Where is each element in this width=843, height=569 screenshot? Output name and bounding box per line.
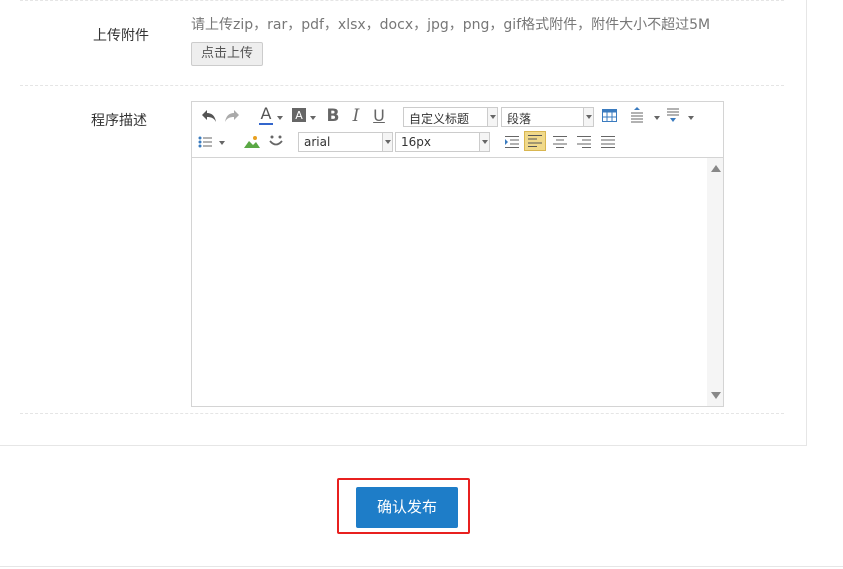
underline-button[interactable]: U xyxy=(371,106,387,125)
background-color-icon[interactable]: A xyxy=(292,108,306,122)
scroll-up-icon[interactable] xyxy=(711,165,721,172)
divider xyxy=(20,0,784,1)
font-size-select[interactable]: 16px xyxy=(395,132,490,152)
editor-scrollbar[interactable] xyxy=(707,158,723,406)
divider xyxy=(20,413,784,414)
indent-icon[interactable] xyxy=(504,134,520,150)
line-height-icon[interactable] xyxy=(630,107,644,123)
form-panel: 上传附件 请上传zip，rar，pdf，xlsx，docx，jpg，png，gi… xyxy=(0,0,807,446)
undo-icon[interactable] xyxy=(200,107,218,125)
chevron-down-icon[interactable] xyxy=(310,116,316,120)
font-family-select-value: arial xyxy=(304,135,331,149)
scroll-down-icon[interactable] xyxy=(711,392,721,399)
chevron-down-icon xyxy=(382,133,392,151)
chevron-down-icon[interactable] xyxy=(219,141,225,145)
font-color-icon[interactable]: A xyxy=(258,105,274,125)
chevron-down-icon[interactable] xyxy=(277,116,283,120)
paragraph-spacing-icon[interactable] xyxy=(666,107,680,123)
align-justify-button[interactable] xyxy=(600,134,616,150)
chevron-down-icon[interactable] xyxy=(654,116,660,120)
italic-button[interactable]: I xyxy=(349,106,363,126)
heading-select-value: 自定义标题 xyxy=(409,112,470,126)
font-family-select[interactable]: arial xyxy=(298,132,393,152)
description-label: 程序描述 xyxy=(91,113,147,129)
divider xyxy=(0,566,843,567)
bold-button[interactable]: B xyxy=(325,106,341,126)
chevron-down-icon xyxy=(479,133,489,151)
chevron-down-icon[interactable] xyxy=(688,116,694,120)
divider xyxy=(20,85,784,86)
image-icon[interactable] xyxy=(244,134,260,148)
align-left-button[interactable] xyxy=(524,131,546,151)
align-right-button[interactable] xyxy=(576,134,592,150)
rich-text-editor: A A B I U 自定义标题 段落 arial 16px xyxy=(191,101,724,407)
confirm-publish-button[interactable]: 确认发布 xyxy=(356,487,458,528)
chevron-down-icon xyxy=(583,108,593,126)
heading-select[interactable]: 自定义标题 xyxy=(403,107,498,127)
paragraph-select-value: 段落 xyxy=(507,112,532,126)
font-size-select-value: 16px xyxy=(401,135,431,149)
attachment-hint: 请上传zip，rar，pdf，xlsx，docx，jpg，png，gif格式附件… xyxy=(191,17,711,33)
align-center-button[interactable] xyxy=(552,134,568,150)
table-icon[interactable] xyxy=(601,108,617,122)
paragraph-select[interactable]: 段落 xyxy=(501,107,594,127)
editor-content[interactable] xyxy=(192,158,723,406)
list-icon[interactable] xyxy=(198,135,212,149)
attachment-label: 上传附件 xyxy=(93,28,149,44)
upload-button[interactable]: 点击上传 xyxy=(191,42,263,66)
redo-icon[interactable] xyxy=(223,107,241,125)
emoji-icon[interactable] xyxy=(268,133,284,149)
chevron-down-icon xyxy=(487,108,497,126)
editor-toolbar: A A B I U 自定义标题 段落 arial 16px xyxy=(192,102,723,158)
